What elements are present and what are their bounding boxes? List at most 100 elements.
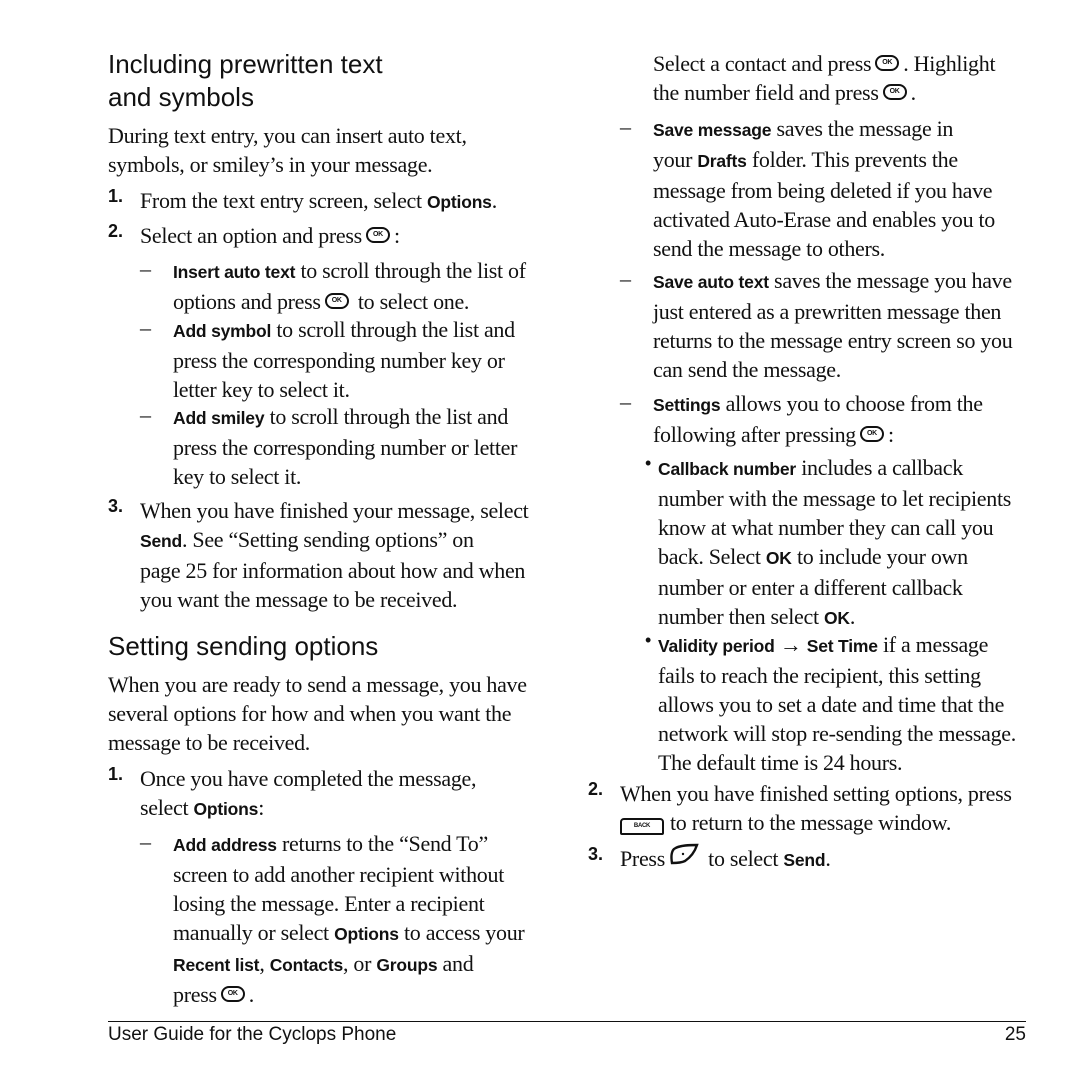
step-text: Select an option and press OK:	[140, 221, 558, 250]
option-label: Add symbol	[173, 321, 272, 341]
send-label: Send	[140, 531, 182, 551]
setting-text: Validity period → Set Time if a message …	[658, 630, 1045, 777]
text: to access your	[398, 920, 525, 945]
text: .	[825, 846, 831, 871]
text: , or	[343, 951, 377, 976]
step-2: 2. When you have finished setting option…	[588, 779, 1048, 837]
text: manually or select	[173, 920, 335, 945]
option-add-symbol: – Add symbol to scroll through the list …	[140, 315, 580, 404]
text: saves the message you have	[768, 268, 1012, 293]
text: following after pressing	[653, 422, 856, 447]
text: send the message to others.	[653, 236, 886, 261]
text: returns to the message entry screen so y…	[653, 328, 1013, 353]
option-text: Save message saves the message in your D…	[653, 114, 1060, 263]
intro-paragraph: When you are ready to send a message, yo…	[108, 670, 527, 757]
text-line: When you are ready to send a message, yo…	[108, 672, 527, 697]
text: know at what number they can call you	[658, 515, 994, 540]
intro-paragraph: During text entry, you can insert auto t…	[108, 121, 467, 179]
dash-marker: –	[140, 402, 151, 427]
text: select	[140, 795, 194, 820]
ok-key-icon: OK	[324, 292, 349, 309]
text: When you have finished your message, sel…	[140, 498, 529, 523]
left-softkey-icon	[669, 843, 699, 872]
dash-marker: –	[620, 114, 631, 139]
text: .	[248, 982, 255, 1007]
option-text: Add symbol to scroll through the list an…	[173, 315, 580, 404]
heading-line: and symbols	[108, 82, 254, 112]
text: to include your own	[791, 544, 968, 569]
text: .	[849, 604, 856, 629]
text: just entered as a prewritten message the…	[653, 299, 1002, 324]
text: to select	[702, 846, 784, 871]
step-text: When you have finished your message, sel…	[140, 496, 568, 614]
text: allows you to set a date and time that t…	[658, 692, 1005, 717]
text-line: message to be received.	[108, 730, 311, 755]
text: . See “Setting sending options” on	[182, 527, 474, 552]
option-text: Add address returns to the “Send To” scr…	[173, 829, 580, 1009]
ok-key-icon: OK	[875, 54, 900, 71]
text: Press	[620, 846, 665, 871]
step-2: 2. Select an option and press OK:	[108, 221, 558, 250]
setting-validity-period: • Validity period → Set Time if a messag…	[645, 630, 1045, 777]
back-key-icon: BACK	[620, 818, 664, 836]
text: :	[887, 422, 894, 447]
text: message from being deleted if you have	[653, 178, 993, 203]
text: ,	[259, 951, 270, 976]
option-settings: – Settings allows you to choose from the…	[620, 389, 1060, 449]
step-number: 3.	[108, 496, 124, 516]
text-line: several options for how and when you wan…	[108, 701, 512, 726]
option-text: Insert auto text to scroll through the l…	[173, 256, 580, 316]
option-label: Add smiley	[173, 408, 265, 428]
text: your	[653, 147, 698, 172]
option-add-smiley: – Add smiley to scroll through the list …	[140, 402, 580, 491]
text: losing the message. Enter a recipient	[173, 891, 485, 916]
option-add-address: – Add address returns to the “Send To” s…	[140, 829, 580, 1009]
setting-text: Callback number includes a callback numb…	[658, 453, 1045, 633]
text: options and press	[173, 289, 321, 314]
option-save-auto-text: – Save auto text saves the message you h…	[620, 266, 1060, 384]
text: allows you to choose from the	[720, 391, 983, 416]
text: to scroll through the list of	[295, 258, 526, 283]
step-text: When you have finished setting options, …	[620, 779, 1048, 837]
text: press	[173, 982, 217, 1007]
text: When you have finished setting options, …	[620, 781, 1012, 806]
option-text: Save auto text saves the message you hav…	[653, 266, 1060, 384]
text-line: During text entry, you can insert auto t…	[108, 123, 467, 148]
text: the number field and press	[653, 80, 879, 105]
text: to scroll through the list and	[264, 404, 509, 429]
dash-marker: –	[620, 389, 631, 414]
text: to scroll through the list and	[271, 317, 515, 342]
text: . Highlight	[903, 51, 996, 76]
text-line: symbols, or smiley’s in your message.	[108, 152, 433, 177]
setting-callback-number: • Callback number includes a callback nu…	[645, 453, 1045, 633]
text: screen to add another recipient without	[173, 862, 505, 887]
text: Select an option and press	[140, 223, 362, 248]
text: back. Select	[658, 544, 766, 569]
text: number then select	[658, 604, 824, 629]
section-heading-sending-options: Setting sending options	[108, 631, 379, 661]
contact-instructions: Select a contact and press OK. Highlight …	[653, 49, 1053, 107]
dash-marker: –	[620, 266, 631, 291]
section-heading-prewritten: Including prewritten text and symbols	[108, 48, 383, 114]
text: From the text entry screen, select	[140, 188, 428, 213]
contacts-label: Contacts	[269, 955, 343, 975]
step-number: 1.	[108, 764, 124, 784]
text: if a message	[877, 632, 989, 657]
options-label: Options	[334, 924, 399, 944]
arrow-icon: →	[774, 632, 807, 657]
text: Select a contact and press	[653, 51, 872, 76]
footer-divider	[108, 1021, 1026, 1022]
step-number: 1.	[108, 186, 124, 206]
text: .	[910, 80, 917, 105]
text: fails to reach the recipient, this setti…	[658, 663, 981, 688]
recent-list-label: Recent list	[173, 955, 260, 975]
text: press the corresponding number key or	[173, 348, 505, 373]
option-insert-auto-text: – Insert auto text to scroll through the…	[140, 256, 580, 316]
heading-line: Including prewritten text	[108, 49, 383, 79]
ok-label: OK	[823, 608, 850, 628]
ok-key-icon: OK	[365, 226, 390, 243]
option-label: Save message	[653, 120, 772, 140]
option-label: Settings	[653, 395, 721, 415]
step-text: Once you have completed the message, sel…	[140, 764, 558, 824]
text: network will stop re-sending the message…	[658, 721, 1016, 746]
